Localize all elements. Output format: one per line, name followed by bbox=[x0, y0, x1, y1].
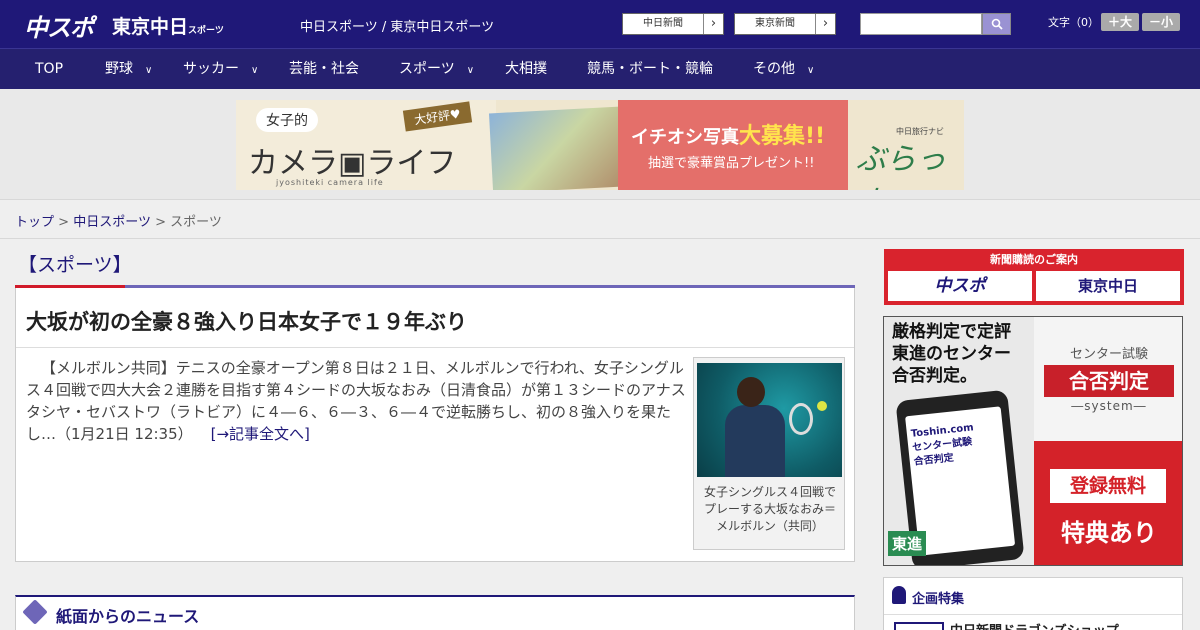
banner-ichioshi-text: イチオシ写真大募集!! bbox=[631, 118, 825, 150]
chevron-down-icon: ∨ bbox=[145, 65, 153, 76]
photo-caption: 女子シングルス４回戦でプレーする大坂なおみ＝メルボルン（共同） bbox=[703, 485, 836, 533]
nav-item-label: サッカー bbox=[183, 61, 239, 77]
ad-phone-text: Toshin.com センター試験 合否判定 bbox=[910, 421, 977, 469]
article-photo[interactable] bbox=[697, 363, 842, 477]
chevron-down-icon: ∨ bbox=[251, 65, 259, 76]
center-exam-ad[interactable]: 厳格判定で定評 東進のセンター 合否判定。 Toshin.com センター試験 … bbox=[883, 316, 1183, 566]
chevron-right-icon: › bbox=[703, 14, 723, 34]
chevron-right-icon: › bbox=[815, 14, 835, 34]
banner-ichioshi-big: 大募集!! bbox=[739, 124, 826, 149]
tokyo-chunichi-logo-text: 東京中日 bbox=[112, 16, 189, 38]
chunichi-shimbun-link[interactable]: 中日新聞 › bbox=[622, 13, 724, 35]
subscription-tokyo-logo[interactable]: 東京中日 bbox=[1036, 271, 1180, 301]
nav-item-sports[interactable]: スポーツ ∨ bbox=[399, 49, 474, 90]
ad-perk-text: 特典あり bbox=[1061, 519, 1157, 547]
site-title[interactable]: 中日スポーツ / 東京中日スポーツ bbox=[300, 16, 494, 35]
nav-item-baseball[interactable]: 野球 ∨ bbox=[105, 49, 152, 90]
ad-free-registration: 登録無料 bbox=[1050, 469, 1166, 503]
tokyo-shimbun-label: 東京新聞 bbox=[755, 18, 795, 29]
banner-ichioshi-pre: イチオシ写真 bbox=[631, 127, 739, 148]
nav-item-label: 野球 bbox=[105, 61, 133, 77]
paper-news-title: 紙面からのニュース bbox=[56, 607, 200, 626]
nav-item-other[interactable]: その他 ∨ bbox=[753, 49, 814, 90]
newspaper-icon bbox=[22, 599, 48, 625]
breadcrumb: トップ > 中日スポーツ > スポーツ bbox=[15, 211, 222, 230]
photo-player-head bbox=[737, 377, 765, 407]
photo-racket bbox=[789, 403, 813, 435]
banner-joshi-text: 女子的 bbox=[256, 108, 318, 132]
breadcrumb-chunichi-sports[interactable]: 中日スポーツ bbox=[73, 215, 151, 230]
article-headline[interactable]: 大坂が初の全豪８強入り日本女子で１９年ぶり bbox=[26, 306, 467, 336]
search-input[interactable] bbox=[860, 13, 982, 35]
banner-chusen-text: 抽選で豪華賞品プレゼント!! bbox=[648, 156, 815, 171]
search-button[interactable] bbox=[982, 13, 1011, 35]
nav-item-entertainment[interactable]: 芸能・社会 bbox=[289, 49, 359, 90]
ad-right-bottom-panel: 登録無料 特典あり bbox=[1034, 441, 1182, 565]
ad-headline-line: 合否判定。 bbox=[892, 366, 977, 386]
banner-photo-collage bbox=[488, 106, 624, 190]
subscription-box[interactable]: 新聞購読のご案内 中スポ 東京中日 bbox=[884, 249, 1184, 305]
breadcrumb-separator: > bbox=[155, 215, 166, 230]
ad-center-label: センター試験 bbox=[1069, 347, 1148, 362]
section-title: 【スポーツ】 bbox=[18, 254, 132, 276]
chunichi-shimbun-label: 中日新聞 bbox=[643, 18, 683, 29]
nav-item-label: TOP bbox=[35, 61, 64, 77]
feature-section: 企画特集 中日新聞ドラゴンズショップ bbox=[883, 577, 1183, 630]
feature-item-dragons-shop[interactable]: 中日新聞ドラゴンズショップ bbox=[950, 620, 1119, 630]
article-summary: 【メルボルン共同】テニスの全豪オープン第８日は２１日、メルボルンで行われ、女子シ… bbox=[26, 357, 686, 445]
nav-item-soccer[interactable]: サッカー ∨ bbox=[183, 49, 258, 90]
chevron-down-icon: ∨ bbox=[466, 65, 475, 76]
ad-goh-badge: 合否判定 bbox=[1044, 365, 1174, 397]
nav-item-label: 大相撲 bbox=[505, 61, 547, 77]
article-photo-box: 女子シングルス４回戦でプレーする大坂なおみ＝メルボルン（共同） bbox=[693, 357, 845, 550]
ad-headline: 厳格判定で定評 東進のセンター 合否判定。 bbox=[892, 321, 1011, 387]
font-size-label: 文字（0） bbox=[1048, 16, 1099, 29]
chevron-down-icon: ∨ bbox=[807, 65, 815, 76]
tokyo-chunichi-logo[interactable]: 東京中日スポーツ bbox=[112, 12, 224, 39]
paper-news-header: 紙面からのニュース bbox=[15, 595, 855, 630]
nav-item-label: 芸能・社会 bbox=[289, 61, 359, 77]
ad-brand-badge: 東進 bbox=[888, 531, 927, 556]
nav-item-label: 競馬・ボート・競輪 bbox=[587, 61, 713, 77]
read-more-link[interactable]: [→記事全文へ] bbox=[211, 425, 310, 443]
ad-headline-line: 厳格判定で定評 bbox=[892, 322, 1011, 342]
photo-ball bbox=[817, 401, 827, 411]
ribbon-icon bbox=[892, 586, 906, 604]
feature-divider bbox=[884, 614, 1182, 615]
breadcrumb-separator: > bbox=[58, 215, 70, 230]
tokyo-chunichi-logo-small: スポーツ bbox=[188, 26, 224, 36]
ad-system-label: ―system― bbox=[1071, 399, 1147, 413]
banner-area: 女子的 カメラ▣ライフ 大好評♥ jyoshiteki camera life … bbox=[0, 89, 1200, 200]
feature-title: 企画特集 bbox=[912, 592, 965, 607]
nav-item-sumo[interactable]: 大相撲 bbox=[505, 49, 547, 90]
tokyo-shimbun-link[interactable]: 東京新聞 › bbox=[734, 13, 836, 35]
nav-item-racing[interactable]: 競馬・ボート・競輪 bbox=[587, 49, 713, 90]
nav-item-top[interactable]: TOP bbox=[35, 49, 63, 90]
subscription-title: 新聞購読のご案内 bbox=[990, 253, 1078, 266]
banner-burari-logo: ぶらっ人 bbox=[856, 142, 946, 190]
banner-romaji-text: jyoshiteki camera life bbox=[276, 178, 384, 187]
subscription-chuspo-logo[interactable]: 中スポ bbox=[888, 271, 1032, 301]
header-bar: 中スポ 東京中日スポーツ 中日スポーツ / 東京中日スポーツ 中日新聞 › 東京… bbox=[0, 0, 1200, 48]
feature-thumbnail[interactable] bbox=[894, 622, 944, 630]
article-card: 大坂が初の全豪８強入り日本女子で１９年ぶり 【メルボルン共同】テニスの全豪オープ… bbox=[15, 288, 855, 562]
breadcrumb-top[interactable]: トップ bbox=[15, 215, 54, 230]
chuspo-logo[interactable]: 中スポ bbox=[24, 8, 94, 43]
camera-life-banner[interactable]: 女子的 カメラ▣ライフ 大好評♥ jyoshiteki camera life … bbox=[236, 100, 964, 190]
font-decrease-button[interactable]: －小 bbox=[1142, 13, 1180, 31]
ad-headline-line: 東進のセンター bbox=[892, 344, 1011, 364]
font-increase-button[interactable]: ＋大 bbox=[1101, 13, 1139, 31]
article-summary-text: 【メルボルン共同】テニスの全豪オープン第８日は２１日、メルボルンで行われ、女子シ… bbox=[26, 359, 686, 443]
nav-item-label: スポーツ bbox=[399, 61, 455, 77]
photo-player-body bbox=[725, 405, 785, 477]
ad-right-top-panel: センター試験 合否判定 ―system― bbox=[1034, 317, 1182, 441]
headline-divider bbox=[16, 347, 854, 348]
main-nav: TOP 野球 ∨ サッカー ∨ 芸能・社会 スポーツ ∨ 大相撲 競馬・ボート・競輪 … bbox=[0, 48, 1200, 89]
breadcrumb-divider bbox=[0, 238, 1200, 239]
search-icon bbox=[991, 18, 1003, 30]
breadcrumb-current: スポーツ bbox=[170, 215, 222, 230]
nav-item-label: その他 bbox=[753, 61, 795, 77]
banner-camera-life-text: カメラ▣ライフ bbox=[248, 146, 457, 181]
